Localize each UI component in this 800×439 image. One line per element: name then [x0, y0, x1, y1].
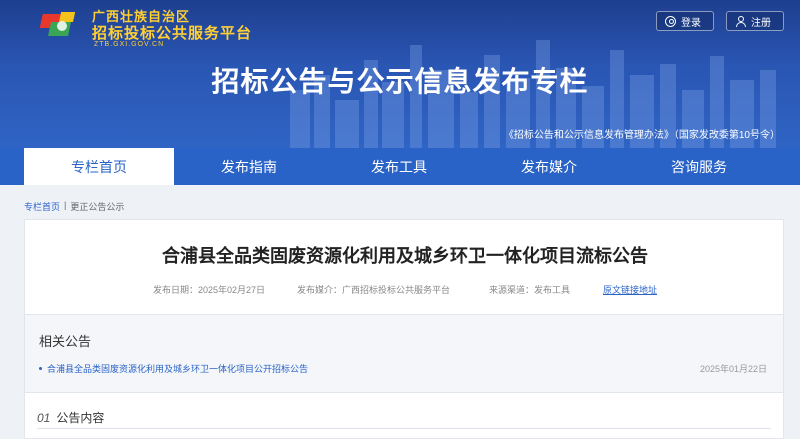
section-title: 公告内容 — [56, 411, 105, 425]
breadcrumb: 专栏首页 | 更正公告公示 — [24, 200, 124, 213]
section-header: 01 公告内容 — [37, 407, 771, 429]
platform-logo-icon — [40, 12, 76, 36]
section-number: 01 — [37, 410, 51, 425]
related-title: 相关公告 — [39, 334, 92, 349]
logo-platform-name: 招标投标公共服务平台 — [92, 25, 253, 42]
nav-item-tools[interactable]: 发布工具 — [324, 148, 474, 185]
nav-item-home[interactable]: 专栏首页 — [24, 148, 174, 185]
breadcrumb-current: 更正公告公示 — [70, 202, 125, 212]
nav-item-consult[interactable]: 咨询服务 — [624, 148, 774, 185]
publish-date: 发布日期：2025年02月27日 — [153, 285, 266, 295]
related-item-text: 合浦县全品类固废资源化利用及城乡环卫一体化项目公开招标公告 — [47, 364, 309, 374]
breadcrumb-separator: | — [64, 200, 67, 210]
breadcrumb-home[interactable]: 专栏首页 — [24, 200, 60, 213]
nav-item-media[interactable]: 发布媒介 — [474, 148, 624, 185]
user-circle-icon — [665, 15, 676, 27]
login-button[interactable]: 登录 — [656, 11, 714, 31]
register-label: 注册 — [751, 17, 771, 29]
login-label: 登录 — [681, 17, 701, 29]
regulation-note: 《招标公告和公示信息发布管理办法》（国家发改委第10号令） — [503, 130, 780, 141]
banner-title: 招标公告与公示信息发布专栏 — [211, 66, 589, 97]
nav-item-guide[interactable]: 发布指南 — [174, 148, 324, 185]
register-button[interactable]: 注册 — [726, 11, 784, 31]
content-section: 01 公告内容 — [24, 393, 784, 439]
publish-media: 发布媒介：广西招标投标公共服务平台 — [297, 285, 451, 295]
related-item-date: 2025年01月22日 — [699, 364, 767, 374]
main-nav: 专栏首页 发布指南 发布工具 发布媒介 咨询服务 — [0, 148, 800, 185]
original-link[interactable]: 原文链接地址 — [603, 283, 657, 296]
person-icon — [735, 15, 746, 27]
article-title: 合浦县全品类固废资源化利用及城乡环卫一体化项目流标公告 — [162, 246, 648, 266]
source-channel: 来源渠道：发布工具 — [489, 285, 571, 295]
related-announcements: 相关公告 合浦县全品类固废资源化利用及城乡环卫一体化项目公开招标公告 2025年… — [24, 315, 784, 393]
header-banner: 广西壮族自治区 招标投标公共服务平台 ZTB.GXI.GOV.CN 登录 注册 … — [0, 0, 800, 148]
bullet-icon — [39, 367, 42, 370]
logo-domain: ZTB.GXI.GOV.CN — [94, 41, 165, 48]
related-item-link[interactable]: 合浦县全品类固废资源化利用及城乡环卫一体化项目公开招标公告 — [39, 362, 308, 375]
article-card: 合浦县全品类固废资源化利用及城乡环卫一体化项目流标公告 发布日期：2025年02… — [24, 219, 784, 315]
